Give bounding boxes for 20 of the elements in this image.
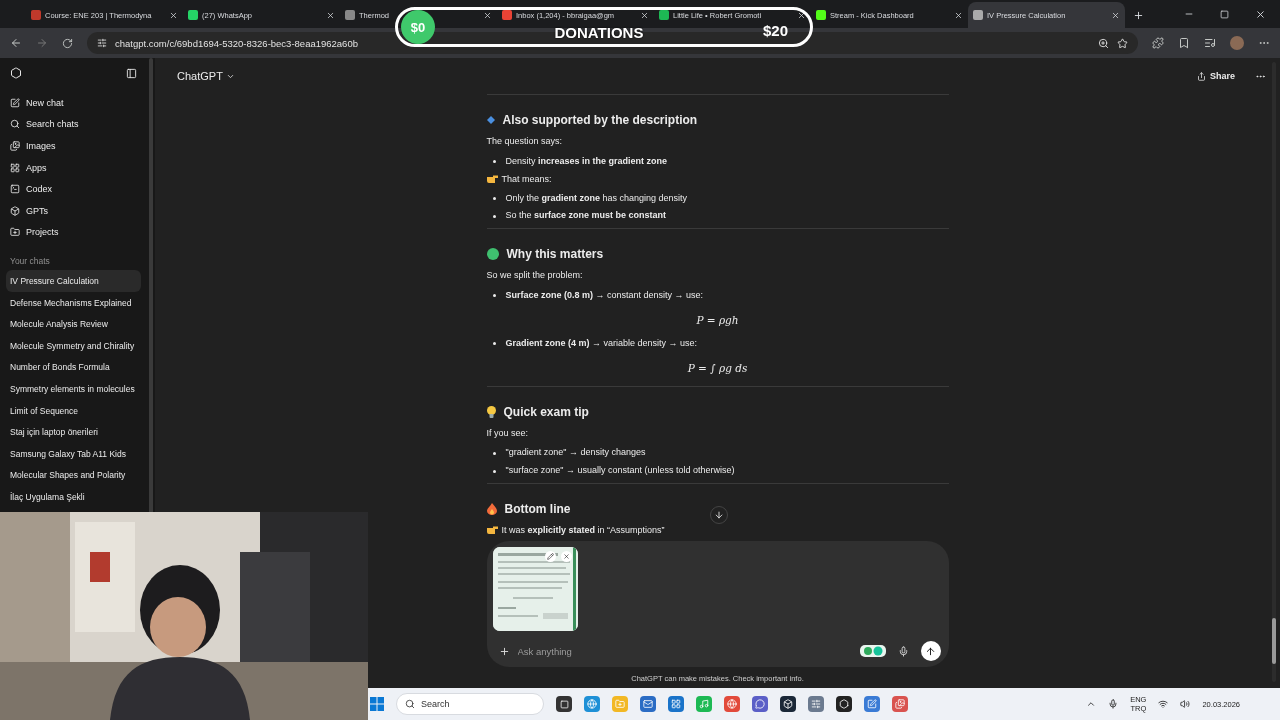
list-item: Density increases in the gradient zone: [505, 155, 668, 167]
list-item: Surface zone (0.8 m) → constant density → use:: [505, 290, 704, 301]
paragraph: So we split the problem:: [486, 270, 584, 281]
section-heading: Why this matters: [506, 247, 604, 262]
section-heading: Quick exam tip: [503, 404, 589, 419]
paragraph: It was explicitly stated in “Assumptions”: [501, 524, 665, 535]
section-heading: Bottom line: [504, 501, 571, 516]
list-item: "surface zone" → usually constant (unless told otherwise): [505, 465, 735, 476]
list-item: "gradient zone" → density changes: [505, 447, 646, 459]
paragraph: That means:: [501, 173, 552, 184]
paragraph: The question says:: [486, 136, 564, 147]
formula: P = ρgh: [696, 313, 739, 326]
paragraph: If you see:: [486, 427, 530, 439]
section-label: Your chats: [9, 256, 51, 267]
list-item: Gradient zone (4 m) → variable density → use:: [505, 337, 698, 349]
section-heading: Also supported by the description: [502, 113, 698, 127]
formula: P = ∫ ρg ds: [687, 361, 748, 374]
url-text: chatgpt.com/c/69bd1694-5320-8326-bec3-8eaa1962a60b: [115, 37, 358, 49]
list-item: Only the gradient zone has changing density: [505, 192, 688, 204]
list-item: So the surface zone must be constant: [505, 210, 667, 222]
